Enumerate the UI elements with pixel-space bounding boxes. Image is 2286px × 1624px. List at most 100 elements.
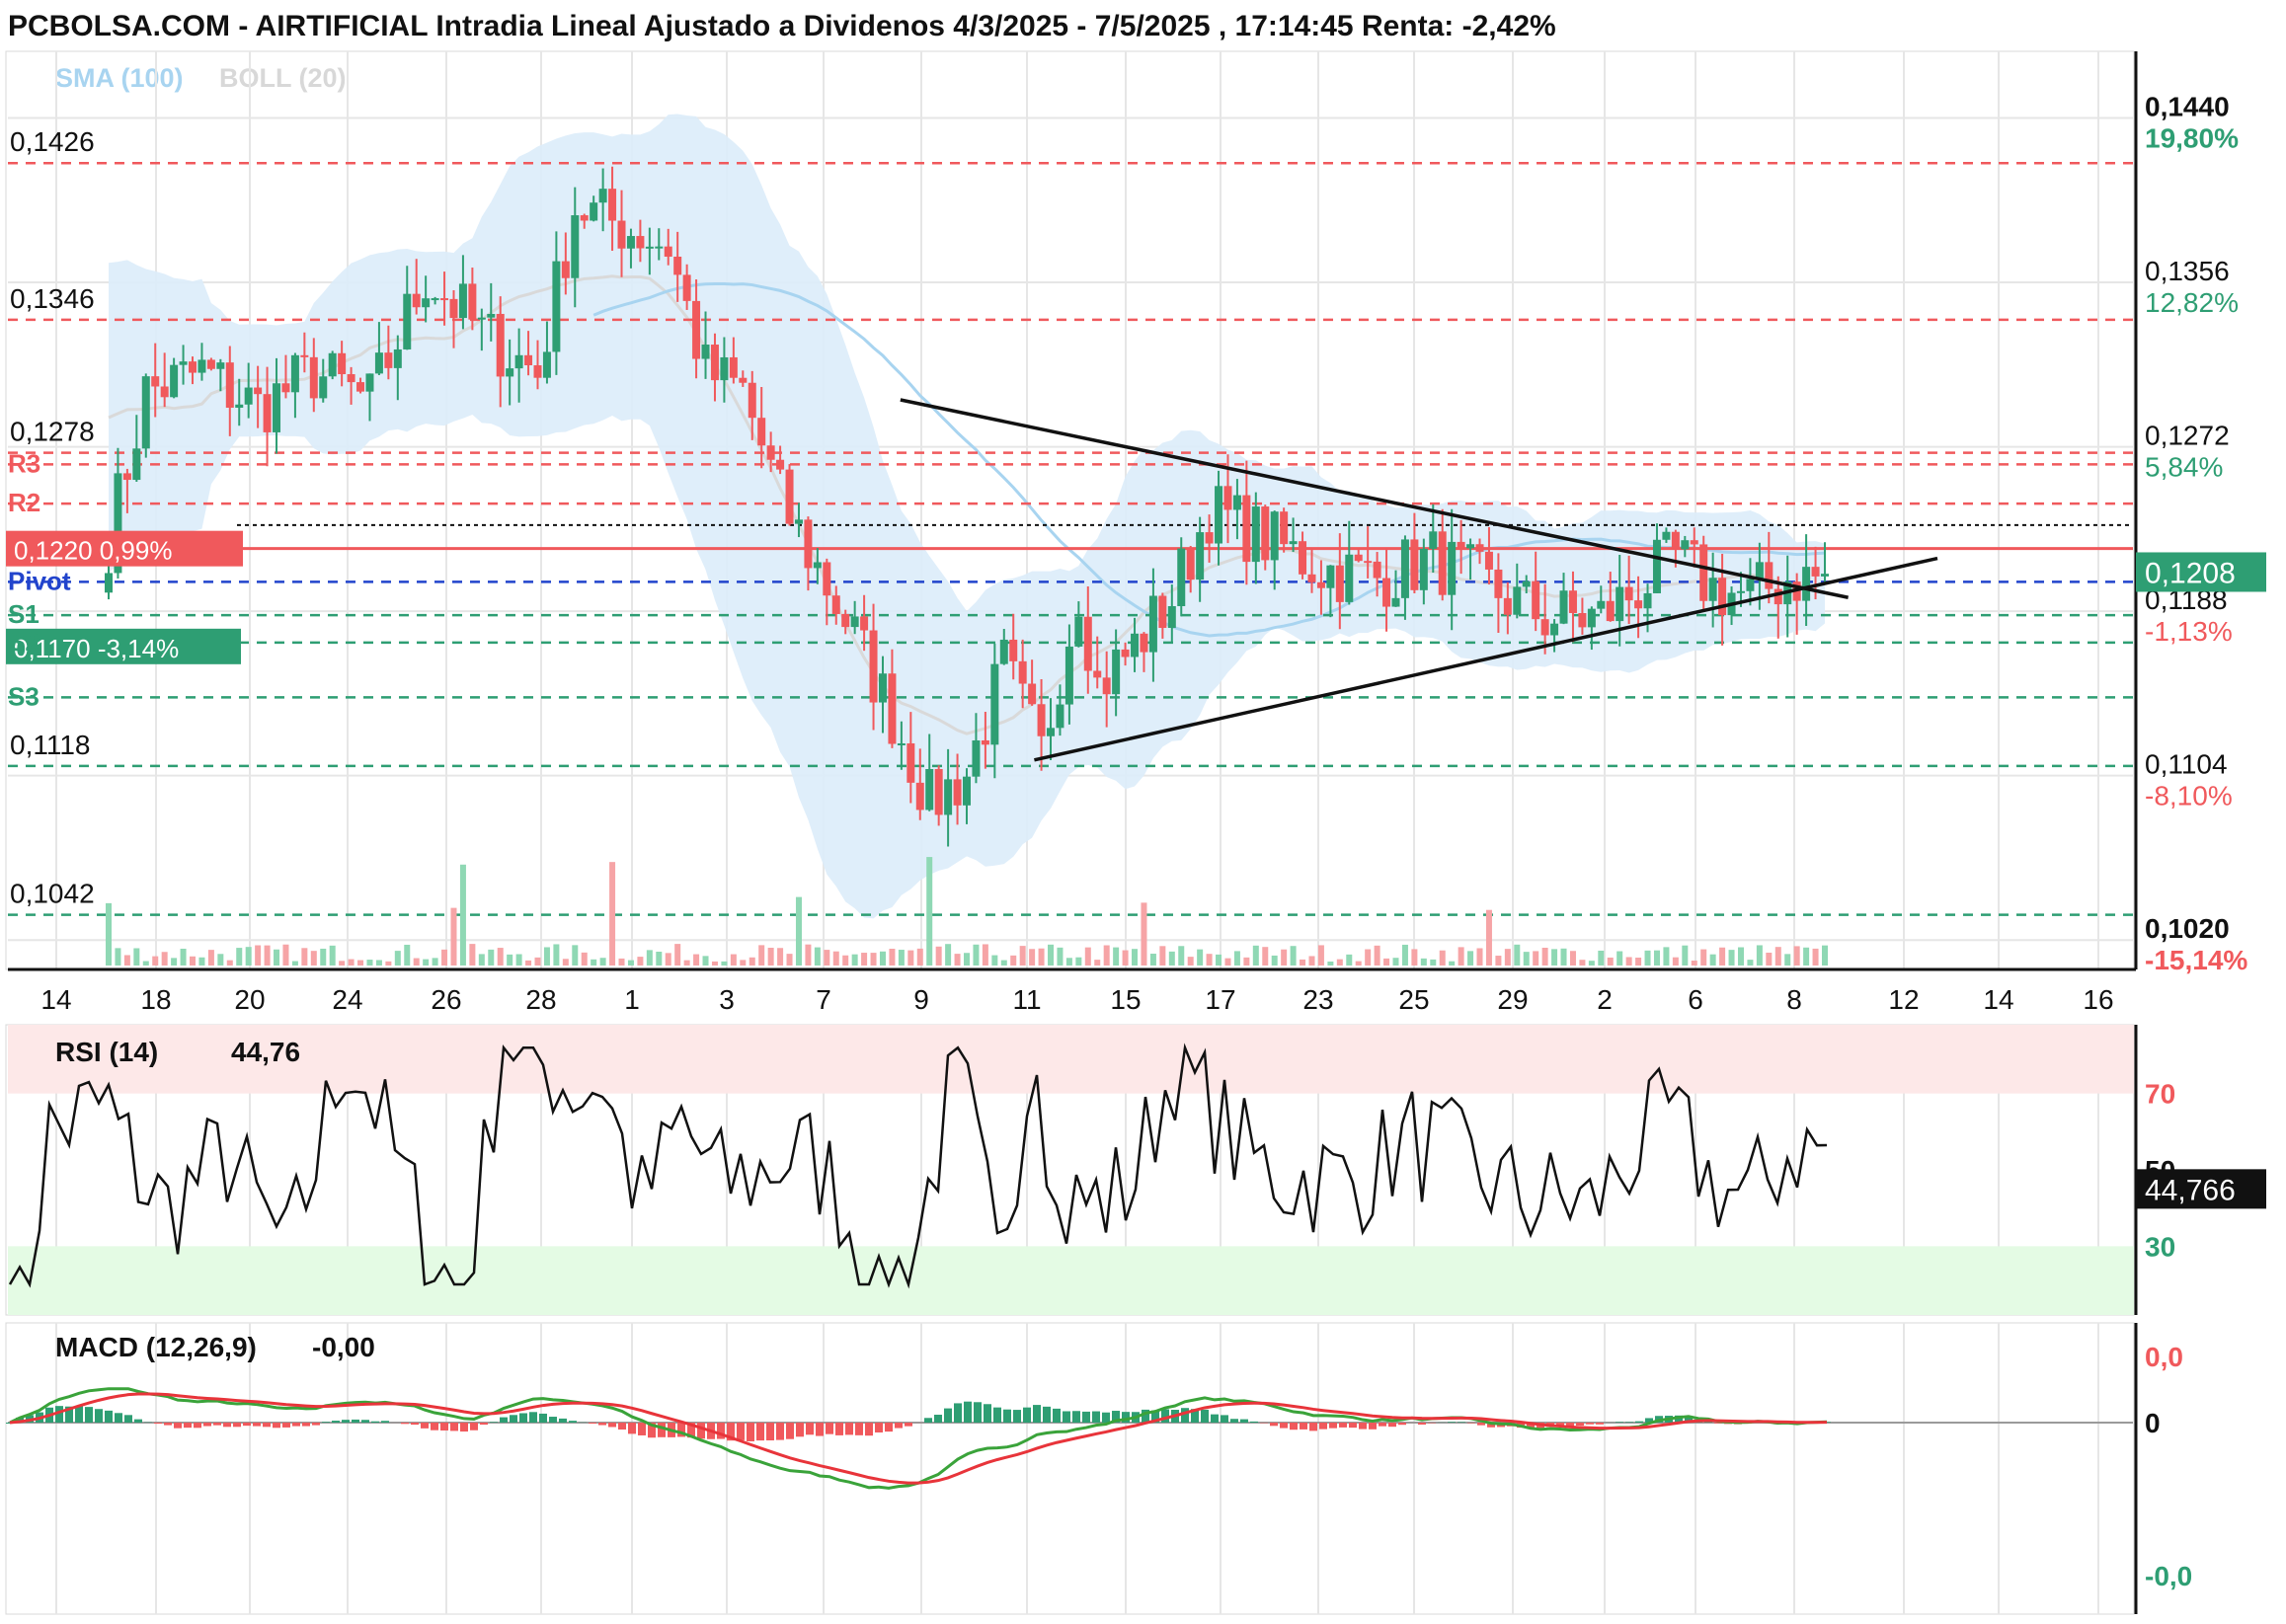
price-axis-label: 0,1356 <box>2145 256 2230 286</box>
candle-body <box>804 519 812 568</box>
candle-body <box>562 262 570 278</box>
candle-body <box>422 298 430 307</box>
macd-histogram-bar <box>312 1423 320 1426</box>
volume-bar <box>1608 958 1614 966</box>
volume-bar <box>1570 951 1576 966</box>
macd-histogram-bar <box>95 1409 103 1423</box>
volume-bar <box>516 955 522 966</box>
macd-histogram-bar <box>875 1423 883 1432</box>
x-tick-label: 11 <box>1012 984 1041 1015</box>
candle-body <box>1699 544 1707 600</box>
macd-histogram-bar <box>855 1423 863 1435</box>
macd-histogram-bar <box>737 1423 745 1440</box>
volume-bar <box>684 961 690 966</box>
price-panel-frame <box>6 51 2134 969</box>
volume-bar <box>1411 949 1417 966</box>
candle-body <box>543 351 551 377</box>
candle-body <box>1448 542 1456 595</box>
volume-bar <box>507 955 512 966</box>
volume-bar <box>1822 946 1828 966</box>
candle-body <box>692 301 700 359</box>
price-axis-label: 0,1272 <box>2145 421 2230 451</box>
pct-axis-label: 5,84% <box>2145 452 2223 483</box>
macd-histogram-bar <box>816 1423 824 1436</box>
candle-body <box>1000 640 1008 664</box>
candle-body <box>1261 506 1269 560</box>
volume-bar <box>190 957 196 966</box>
x-tick-label: 7 <box>816 984 831 1015</box>
volume-bar <box>703 956 709 966</box>
candle-body <box>1569 590 1577 613</box>
candle-body <box>506 368 513 376</box>
macd-histogram-bar <box>115 1413 122 1423</box>
macd-histogram-bar <box>519 1413 527 1423</box>
volume-bar <box>441 950 447 966</box>
candle-body <box>356 382 364 392</box>
volume-bar <box>479 954 485 966</box>
candle-body <box>1634 600 1642 608</box>
candle-body <box>972 740 980 777</box>
candle-body <box>300 355 308 357</box>
volume-bar <box>1020 946 1026 966</box>
macd-axis-label: 0 <box>2145 1408 2161 1438</box>
volume-bar <box>1159 946 1165 966</box>
volume-bar <box>106 903 112 966</box>
left-level-label: 0,1346 <box>10 283 95 314</box>
candle-body <box>1578 613 1586 627</box>
macd-histogram-bar <box>1240 1420 1248 1423</box>
candle-body <box>375 352 383 373</box>
candle-body <box>590 202 597 220</box>
macd-histogram-bar <box>342 1420 350 1423</box>
macd-histogram-bar <box>174 1423 182 1429</box>
volume-bar <box>721 962 727 966</box>
volume-bar <box>124 955 130 966</box>
volume-bar <box>1224 959 1230 966</box>
candle-body <box>1271 511 1279 560</box>
macd-histogram-bar <box>885 1423 893 1431</box>
volume-bar <box>777 948 783 966</box>
macd-histogram-bar <box>440 1423 448 1431</box>
volume-bar <box>1524 952 1530 966</box>
volume-bar <box>647 950 653 966</box>
candle-body <box>776 460 784 470</box>
candle-body <box>123 473 131 480</box>
candle-body <box>161 386 169 397</box>
macd-histogram-bar <box>1586 1423 1594 1425</box>
candle-body <box>1084 617 1092 671</box>
volume-bar <box>171 958 177 966</box>
candle-body <box>348 374 355 382</box>
volume-bar <box>1141 902 1146 966</box>
volume-bar <box>758 945 764 966</box>
macd-histogram-bar <box>1181 1408 1189 1423</box>
volume-bar <box>227 961 233 966</box>
volume-bar <box>1757 945 1763 966</box>
volume-bar <box>143 962 149 966</box>
candle-body <box>795 519 803 523</box>
macd-histogram-bar <box>480 1423 488 1425</box>
volume-bar <box>609 862 615 966</box>
volume-bar <box>740 960 746 966</box>
volume-bar <box>282 945 288 966</box>
x-tick-label: 18 <box>140 984 171 1015</box>
candle-body <box>898 743 906 745</box>
candle-body <box>860 616 868 630</box>
candle-body <box>944 779 952 814</box>
candle-body <box>1439 531 1447 594</box>
candle-body <box>1140 634 1147 653</box>
candle-body <box>1168 606 1176 628</box>
volume-bar <box>1813 949 1819 966</box>
candle-body <box>1541 619 1549 635</box>
candle-body <box>1028 684 1036 705</box>
volume-bar <box>1729 950 1735 966</box>
volume-bar <box>1421 959 1427 966</box>
volume-bar <box>1784 954 1790 966</box>
candle-body <box>618 221 626 249</box>
pct-axis-label: 19,80% <box>2145 122 2239 153</box>
macd-histogram-bar <box>253 1423 261 1427</box>
volume-bar <box>320 949 326 966</box>
volume-bar <box>1075 958 1081 966</box>
candle-body <box>1317 582 1325 588</box>
price-axis-label: 0,1020 <box>2145 913 2230 944</box>
volume-bar <box>1001 961 1007 966</box>
candle-body <box>1177 549 1185 606</box>
